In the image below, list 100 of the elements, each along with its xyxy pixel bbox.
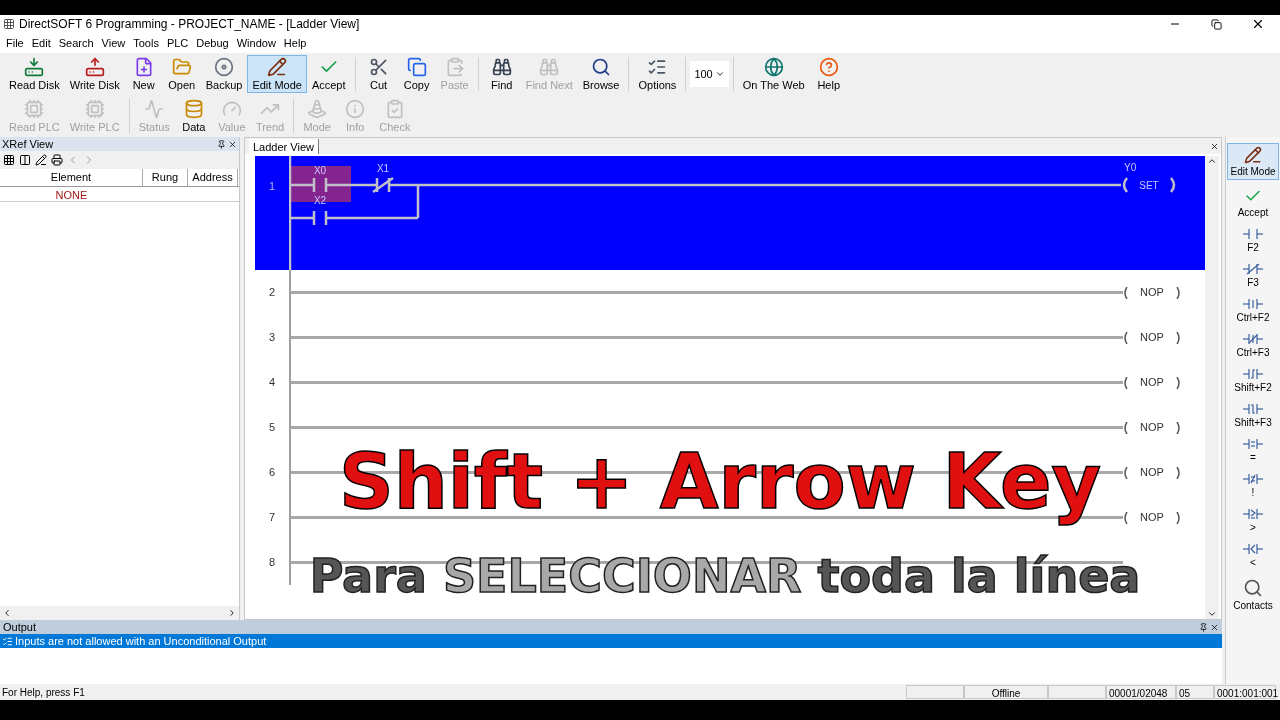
pencil-icon[interactable] — [35, 154, 47, 166]
scroll-left-icon[interactable] — [2, 608, 12, 618]
pin-icon[interactable] — [217, 139, 226, 149]
palette-button[interactable]: F3 — [1227, 260, 1279, 291]
menu-item[interactable]: Edit — [27, 34, 55, 52]
output-message[interactable]: Inputs are not allowed with an Unconditional Output — [0, 634, 1222, 648]
menu-item[interactable]: Help — [279, 34, 311, 52]
menu-item[interactable]: Window — [232, 34, 280, 52]
toolbar-icon — [368, 57, 389, 77]
contact-icon — [1242, 543, 1264, 555]
toolbar-button[interactable]: Help — [809, 55, 848, 93]
coil-bracket-icon — [1123, 286, 1128, 299]
closed-contact-symbol[interactable] — [372, 176, 394, 194]
scroll-right-icon[interactable] — [227, 608, 237, 618]
palette-button[interactable]: F2 — [1227, 225, 1279, 256]
contact-icon — [1242, 263, 1264, 275]
rung-wire — [326, 183, 377, 187]
contact-icon — [1242, 333, 1264, 345]
menu-item[interactable]: File — [2, 34, 28, 52]
column-header[interactable]: Address — [188, 169, 238, 186]
horizontal-scrollbar[interactable] — [0, 606, 239, 620]
scroll-down-icon[interactable] — [1207, 609, 1217, 619]
contact-icon — [1242, 438, 1264, 450]
rung-wire — [290, 216, 314, 220]
coil-bracket-icon — [1123, 466, 1128, 479]
toolbar-button[interactable]: Read Disk — [4, 55, 65, 93]
contact-icon — [1242, 368, 1264, 380]
palette-button[interactable]: ! — [1227, 470, 1279, 501]
rung-number: 8 — [267, 555, 277, 571]
toolbar-icon — [491, 57, 512, 77]
columns-icon[interactable] — [19, 154, 31, 166]
coil-bracket-icon — [1175, 511, 1181, 524]
scroll-up-icon[interactable] — [1207, 156, 1217, 166]
toolbar-icon — [647, 57, 668, 77]
toolbar-button[interactable]: Backup — [200, 55, 248, 93]
menu-item[interactable]: Search — [54, 34, 98, 52]
toolbar-icon — [763, 57, 784, 77]
open-contact-symbol[interactable] — [312, 211, 328, 225]
rung-number: 4 — [267, 375, 277, 391]
toolbar-button[interactable]: Cut — [359, 55, 398, 93]
palette-button[interactable]: Accept — [1227, 184, 1279, 221]
menu-item[interactable]: Tools — [129, 34, 163, 52]
toolbar-button[interactable]: Copy — [397, 55, 436, 93]
print-icon[interactable] — [51, 154, 63, 166]
panel-title: XRef View — [2, 136, 55, 152]
column-header[interactable]: Rung — [143, 169, 188, 186]
ladder-tab[interactable]: Ladder View — [249, 138, 319, 154]
toolbar-icon — [818, 57, 839, 77]
open-contact-symbol[interactable] — [312, 178, 328, 192]
toolbar-icon — [183, 99, 204, 119]
toolbar-button[interactable]: New — [124, 55, 163, 93]
status-panel — [906, 685, 964, 699]
coil-bracket-icon — [1123, 511, 1128, 524]
palette-button[interactable]: Shift+F3 — [1227, 400, 1279, 431]
table-cell-text: NONE — [54, 187, 89, 201]
status-field: Offline — [964, 685, 1048, 699]
contact-icon — [1242, 508, 1264, 520]
toolbar-button[interactable]: Write Disk — [64, 55, 125, 93]
palette-button[interactable]: < — [1227, 540, 1279, 571]
status-panel — [1048, 685, 1106, 699]
palette-button[interactable]: Ctrl+F2 — [1227, 295, 1279, 326]
close-icon[interactable] — [228, 139, 237, 149]
toolbar-button[interactable]: Open — [162, 55, 201, 93]
toolbar-button[interactable]: Browse — [577, 55, 625, 93]
palette-button[interactable]: = — [1227, 435, 1279, 466]
toolbar-icon — [171, 57, 192, 77]
grid-icon[interactable] — [3, 154, 15, 166]
panel-title: Output — [3, 619, 38, 635]
coil-bracket-icon — [1123, 331, 1128, 344]
toolbar-button[interactable]: On The Web — [737, 55, 810, 93]
coil-bracket-icon — [1123, 421, 1128, 434]
toolbar-button[interactable]: Accept — [306, 55, 351, 93]
selection-highlight — [289, 166, 351, 202]
vertical-scrollbar[interactable] — [1205, 156, 1219, 619]
menu-item[interactable]: Debug — [192, 34, 233, 52]
palette-button[interactable]: Edit Mode — [1227, 143, 1279, 180]
coil-output: NOP — [1123, 419, 1181, 436]
window-title: DirectSOFT 6 Programming - PROJECT_NAME - [Ladder View] — [19, 16, 360, 33]
palette-button[interactable]: Contacts — [1227, 575, 1279, 614]
palette-button[interactable]: > — [1227, 505, 1279, 536]
contact-icon — [1242, 298, 1264, 310]
coil-symbol[interactable] — [1122, 177, 1176, 193]
restore-icon[interactable] — [1211, 18, 1222, 30]
toolbar-icon — [307, 99, 328, 119]
close-icon[interactable] — [1251, 17, 1265, 31]
menu-item[interactable]: View — [97, 34, 130, 52]
palette-button[interactable]: Ctrl+F3 — [1227, 330, 1279, 361]
toolbar-icon — [345, 99, 366, 119]
toolbar-button[interactable]: Edit Mode — [247, 55, 307, 93]
pin-icon[interactable] — [1199, 622, 1208, 632]
toolbar-button[interactable]: Options — [633, 55, 682, 93]
toolbar-button[interactable]: Find — [482, 55, 521, 93]
palette-button[interactable]: Shift+F2 — [1227, 365, 1279, 396]
close-icon[interactable] — [1210, 622, 1219, 632]
toolbar-button[interactable]: Data — [174, 97, 213, 135]
menu-item[interactable]: PLC — [162, 34, 193, 52]
column-header[interactable]: Element — [0, 169, 143, 186]
zoom-dropdown[interactable]: 100 — [690, 61, 729, 87]
close-icon[interactable] — [1210, 141, 1219, 151]
toolbar-icon — [84, 57, 105, 77]
